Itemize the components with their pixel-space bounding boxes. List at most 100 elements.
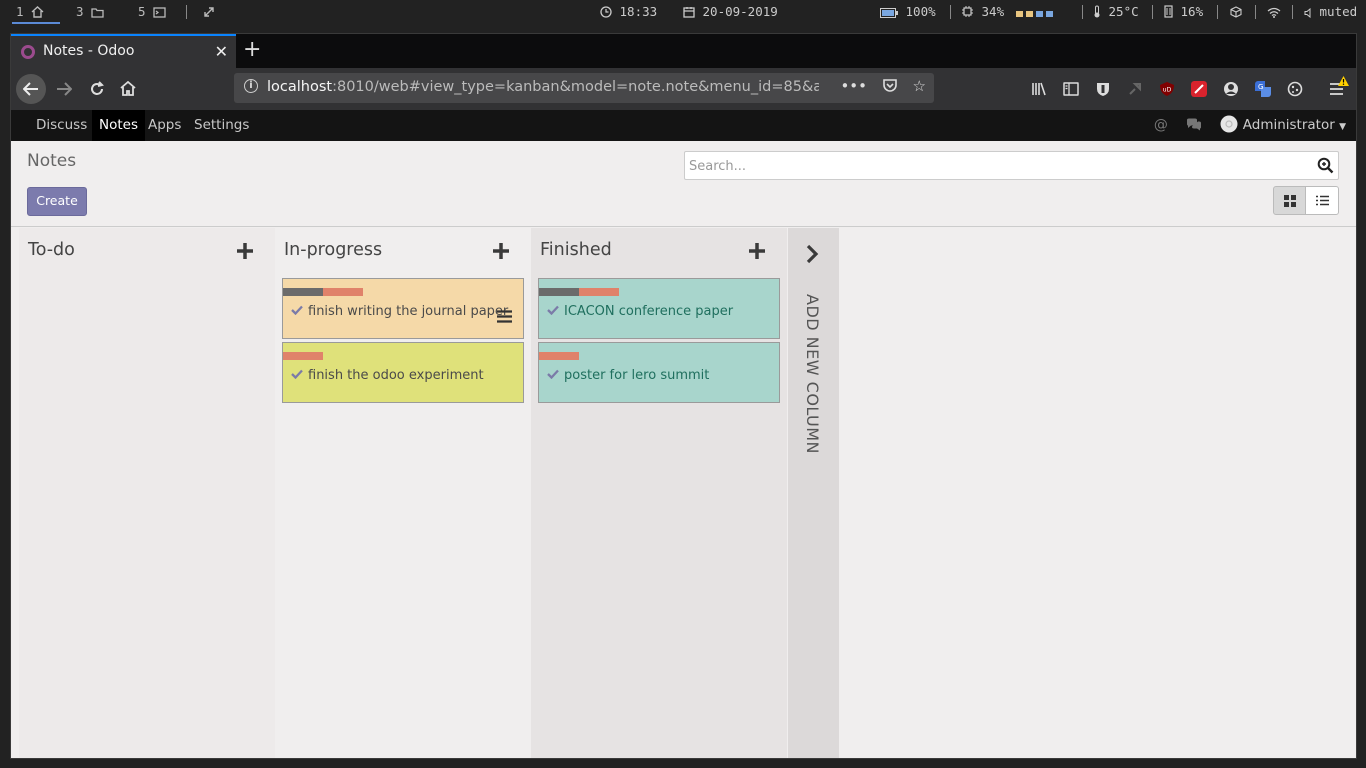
clock-icon — [600, 6, 612, 18]
create-button[interactable]: Create — [27, 187, 87, 216]
tag-bar — [539, 352, 579, 360]
kanban-view-button[interactable] — [1273, 186, 1306, 215]
battery: 100% — [880, 0, 936, 24]
card-menu-icon[interactable] — [497, 310, 512, 323]
user-name: Administrator — [1242, 117, 1335, 133]
tag-bars — [539, 352, 579, 360]
wappalyzer-icon[interactable] — [1191, 81, 1207, 97]
workspace-number: 5 — [138, 4, 146, 19]
reload-button[interactable] — [82, 74, 112, 104]
separator — [186, 5, 187, 19]
site-info-icon[interactable]: i — [244, 79, 258, 93]
bookmark-star-icon[interactable]: ☆ — [913, 77, 926, 95]
tab-title: Notes - Odoo — [43, 43, 135, 59]
done-check-icon[interactable] — [291, 305, 303, 315]
tag-bars — [283, 352, 323, 360]
terminal-icon — [153, 7, 166, 18]
shield-icon[interactable] — [1095, 81, 1111, 97]
temperature-text: 25°C — [1108, 4, 1139, 19]
search-icon[interactable] — [1317, 157, 1334, 174]
breadcrumb: Notes — [27, 151, 77, 171]
done-check-icon[interactable] — [547, 305, 559, 315]
page-actions-icon[interactable]: ••• — [840, 77, 867, 95]
volume[interactable]: muted — [1304, 0, 1357, 24]
url-host: localhost — [267, 79, 333, 95]
kanban-card[interactable]: poster for lero summit — [538, 342, 780, 403]
chat-icon[interactable] — [1186, 117, 1206, 133]
workspace-5[interactable]: 5 — [138, 0, 166, 24]
fullscreen-toggle[interactable] — [203, 0, 215, 24]
address-bar[interactable]: i localhost:8010/web#view_type=kanban&mo… — [234, 73, 934, 103]
menu-button[interactable] — [1329, 76, 1349, 100]
menu-settings[interactable]: Settings — [187, 110, 256, 141]
quick-create-plus-icon[interactable] — [493, 243, 509, 259]
back-button[interactable] — [16, 74, 46, 104]
back-arrow-icon — [22, 82, 38, 96]
cpu-core-bar — [1045, 11, 1053, 17]
search-input[interactable] — [689, 156, 1309, 176]
ublock-origin-icon[interactable]: uD — [1159, 81, 1175, 97]
odoo-main-menu: Discuss Notes Apps Settings @ Administra… — [11, 110, 1356, 141]
search-box — [684, 151, 1339, 180]
close-tab-icon[interactable]: ✕ — [215, 42, 228, 61]
svg-text:G: G — [1258, 83, 1263, 91]
mentions-icon[interactable]: @ — [1154, 117, 1168, 133]
cookie-icon[interactable] — [1287, 81, 1303, 97]
tag-bars — [283, 288, 363, 296]
new-tab-button[interactable]: + — [243, 37, 261, 62]
time-text: 18:33 — [619, 4, 658, 19]
wifi-icon — [1267, 7, 1281, 18]
wifi-indicator — [1267, 0, 1281, 24]
navigation-toolbar: i localhost:8010/web#view_type=kanban&mo… — [11, 68, 1356, 110]
kanban-column-in-progress: In-progress finish writing the journal p… — [275, 228, 531, 758]
kanban-card[interactable]: finish the odoo experiment — [282, 342, 524, 403]
menu-notes[interactable]: Notes — [92, 110, 145, 141]
tag-bar — [323, 288, 363, 296]
kanban-card[interactable]: finish writing the journal paper — [282, 278, 524, 339]
workspace-3[interactable]: 3 — [76, 0, 104, 24]
cpu-core-bar — [1015, 11, 1023, 17]
cpu-core-bar — [1035, 11, 1043, 17]
quick-create-plus-icon[interactable] — [749, 243, 765, 259]
menu-discuss[interactable]: Discuss — [29, 110, 94, 141]
tag-bar — [539, 288, 579, 296]
cpu: 34% — [961, 0, 1056, 24]
reload-icon — [91, 81, 104, 95]
battery-text: 100% — [905, 4, 936, 19]
browser-tab[interactable]: Notes - Odoo ✕ — [11, 34, 236, 68]
browser-window: Notes - Odoo ✕ + i localhost:8010/web#vi… — [10, 33, 1357, 759]
tag-bar — [579, 288, 619, 296]
volume-text: muted — [1319, 4, 1358, 19]
add-new-column[interactable]: ADD NEW COLUMN — [788, 228, 839, 758]
sidebar-icon[interactable] — [1063, 81, 1079, 97]
done-check-icon[interactable] — [547, 369, 559, 379]
url-text[interactable]: localhost:8010/web#view_type=kanban&mode… — [267, 79, 819, 95]
add-column-label: ADD NEW COLUMN — [803, 294, 822, 455]
date: 20-09-2019 — [683, 0, 778, 24]
folder-icon — [91, 8, 104, 18]
battery-icon — [880, 8, 898, 18]
library-icon[interactable] — [1031, 81, 1047, 97]
warning-icon — [1338, 76, 1349, 86]
workspace-1[interactable]: 1 — [12, 0, 60, 24]
separator — [1152, 5, 1153, 19]
cpu-text: 34% — [981, 4, 1005, 19]
user-menu[interactable]: Administrator ▼ — [1220, 115, 1346, 133]
translate-icon[interactable]: G — [1255, 81, 1271, 97]
extension-puzzle-icon[interactable] — [1127, 81, 1143, 97]
home-button[interactable] — [113, 74, 143, 104]
kanban-card[interactable]: ICACON conference paper — [538, 278, 780, 339]
column-title: To-do — [28, 240, 75, 260]
avatar-extension-icon[interactable] — [1223, 81, 1239, 97]
quick-create-plus-icon[interactable] — [237, 243, 253, 259]
list-view-button[interactable] — [1305, 186, 1339, 215]
column-title: Finished — [540, 240, 612, 260]
caret-down-icon: ▼ — [1339, 122, 1346, 132]
menu-apps[interactable]: Apps — [141, 110, 188, 141]
kanban-column-todo: To-do — [19, 228, 275, 758]
forward-button[interactable] — [49, 74, 79, 104]
temperature: 25°C — [1093, 0, 1139, 24]
done-check-icon[interactable] — [291, 369, 303, 379]
systray: @ Administrator ▼ — [1154, 110, 1346, 141]
pocket-icon[interactable] — [882, 77, 903, 95]
